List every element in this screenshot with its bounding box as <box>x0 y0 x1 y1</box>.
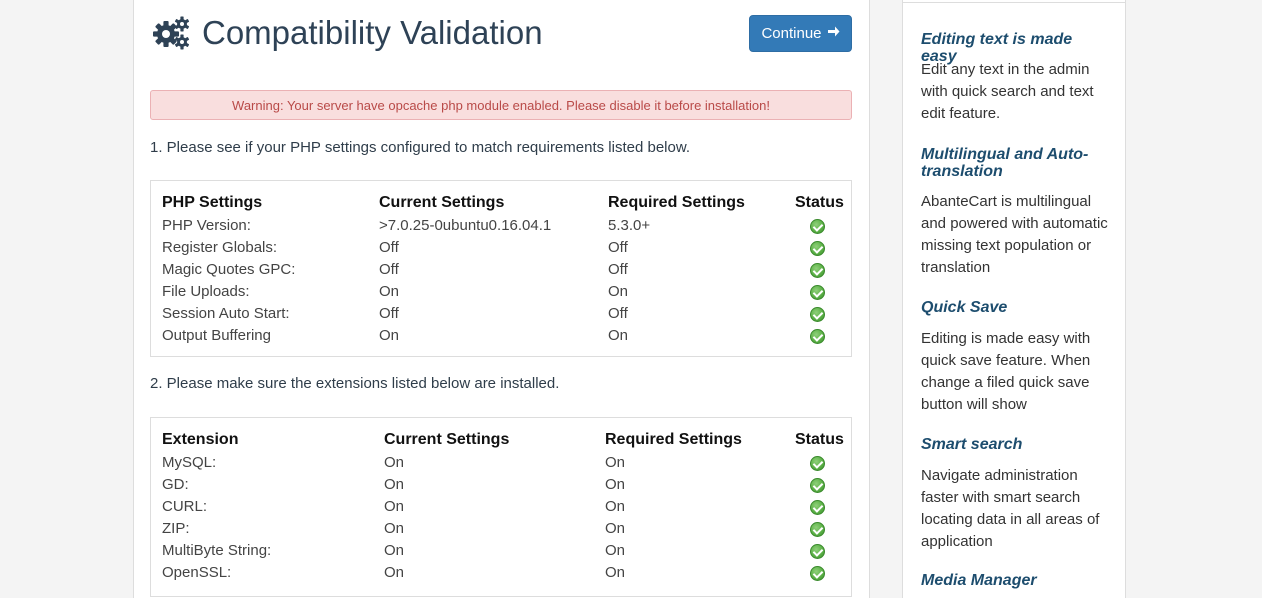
check-circle-icon <box>810 263 825 278</box>
extensions-table: Extension Current Settings Required Sett… <box>150 417 852 597</box>
required-value: On <box>605 542 626 559</box>
check-circle-icon <box>810 522 825 537</box>
required-value: Off <box>608 239 628 256</box>
extension-name: GD: <box>162 476 189 493</box>
table-row: GD: On On <box>151 474 851 496</box>
check-circle-icon <box>810 307 825 322</box>
column-header: Extension <box>162 431 239 448</box>
extension-name: MySQL: <box>162 454 217 471</box>
column-header: Required Settings <box>608 194 745 211</box>
check-circle-icon <box>810 566 825 581</box>
setting-name: Register Globals: <box>162 239 278 256</box>
table-row: CURL: On On <box>151 496 851 518</box>
arrow-right-icon <box>827 25 840 43</box>
current-value: >7.0.25-0ubuntu0.16.04.1 <box>379 217 552 234</box>
required-value: On <box>608 283 629 300</box>
feature-heading: Media Manager <box>921 572 1037 589</box>
page-heading: Compatibility Validation <box>202 14 543 51</box>
gears-icon <box>152 14 190 52</box>
required-value: On <box>605 476 626 493</box>
table-row: Magic Quotes GPC: Off Off <box>151 259 851 281</box>
check-circle-icon <box>810 456 825 471</box>
current-value: On <box>384 498 405 515</box>
feature-text: AbanteCart is multilingual and powered w… <box>921 193 1108 276</box>
php-settings-table: PHP Settings Current Settings Required S… <box>150 180 852 357</box>
feature-text: Edit any text in the admin with quick se… <box>921 61 1094 122</box>
current-value: Off <box>379 305 399 322</box>
table-header: Extension Current Settings Required Sett… <box>151 428 851 452</box>
check-circle-icon <box>810 500 825 515</box>
required-value: On <box>608 327 629 344</box>
extension-name: ZIP: <box>162 520 190 537</box>
current-value: On <box>384 476 405 493</box>
current-value: On <box>384 542 405 559</box>
feature-text: Navigate administration faster with smar… <box>921 467 1100 550</box>
table-row: Register Globals: Off Off <box>151 237 851 259</box>
php-settings-intro: 1. Please see if your PHP settings confi… <box>150 139 691 156</box>
required-value: Off <box>608 261 628 278</box>
required-value: 5.3.0+ <box>608 217 651 234</box>
table-row: OpenSSL: On On <box>151 562 851 584</box>
table-header: PHP Settings Current Settings Required S… <box>151 191 851 215</box>
check-circle-icon <box>810 544 825 559</box>
check-circle-icon <box>810 219 825 234</box>
table-row: PHP Version: >7.0.25-0ubuntu0.16.04.1 5.… <box>151 215 851 237</box>
setting-name: PHP Version: <box>162 217 251 234</box>
column-header: Required Settings <box>605 431 742 448</box>
setting-name: Session Auto Start: <box>162 305 290 322</box>
current-value: On <box>379 327 400 344</box>
current-value: Off <box>379 261 399 278</box>
page-title: Compatibility Validation <box>152 10 543 56</box>
required-value: On <box>605 454 626 471</box>
current-value: On <box>379 283 400 300</box>
feature-heading: Multilingual and Auto-translation <box>921 146 1089 180</box>
required-value: On <box>605 564 626 581</box>
current-value: On <box>384 564 405 581</box>
setting-name: Magic Quotes GPC: <box>162 261 296 278</box>
check-circle-icon <box>810 241 825 256</box>
required-value: On <box>605 498 626 515</box>
continue-label: Continue <box>761 25 822 42</box>
table-row: File Uploads: On On <box>151 281 851 303</box>
sidebar-divider <box>903 2 1125 3</box>
check-circle-icon <box>810 329 825 344</box>
opcache-warning: Warning: Your server have opcache php mo… <box>150 90 852 120</box>
table-row: MySQL: On On <box>151 452 851 474</box>
current-value: On <box>384 454 405 471</box>
required-value: Off <box>608 305 628 322</box>
feature-heading: Smart search <box>921 436 1023 453</box>
continue-button[interactable]: Continue <box>749 15 852 52</box>
extensions-intro: 2. Please make sure the extensions liste… <box>150 375 560 392</box>
table-row: MultiByte String: On On <box>151 540 851 562</box>
extension-name: MultiByte String: <box>162 542 272 559</box>
current-value: Off <box>379 239 399 256</box>
column-header: Current Settings <box>384 431 510 448</box>
current-value: On <box>384 520 405 537</box>
extension-name: OpenSSL: <box>162 564 232 581</box>
table-row: Output Buffering On On <box>151 325 851 347</box>
column-header: Status <box>795 431 844 448</box>
column-header: PHP Settings <box>162 194 263 211</box>
feature-text: Editing is made easy with quick save fea… <box>921 330 1091 413</box>
table-row: ZIP: On On <box>151 518 851 540</box>
feature-heading: Quick Save <box>921 299 1008 316</box>
check-circle-icon <box>810 478 825 493</box>
column-header: Status <box>795 194 844 211</box>
table-row: Session Auto Start: Off Off <box>151 303 851 325</box>
required-value: On <box>605 520 626 537</box>
setting-name: Output Buffering <box>162 327 271 344</box>
column-header: Current Settings <box>379 194 505 211</box>
setting-name: File Uploads: <box>162 283 250 300</box>
extension-name: CURL: <box>162 498 208 515</box>
check-circle-icon <box>810 285 825 300</box>
